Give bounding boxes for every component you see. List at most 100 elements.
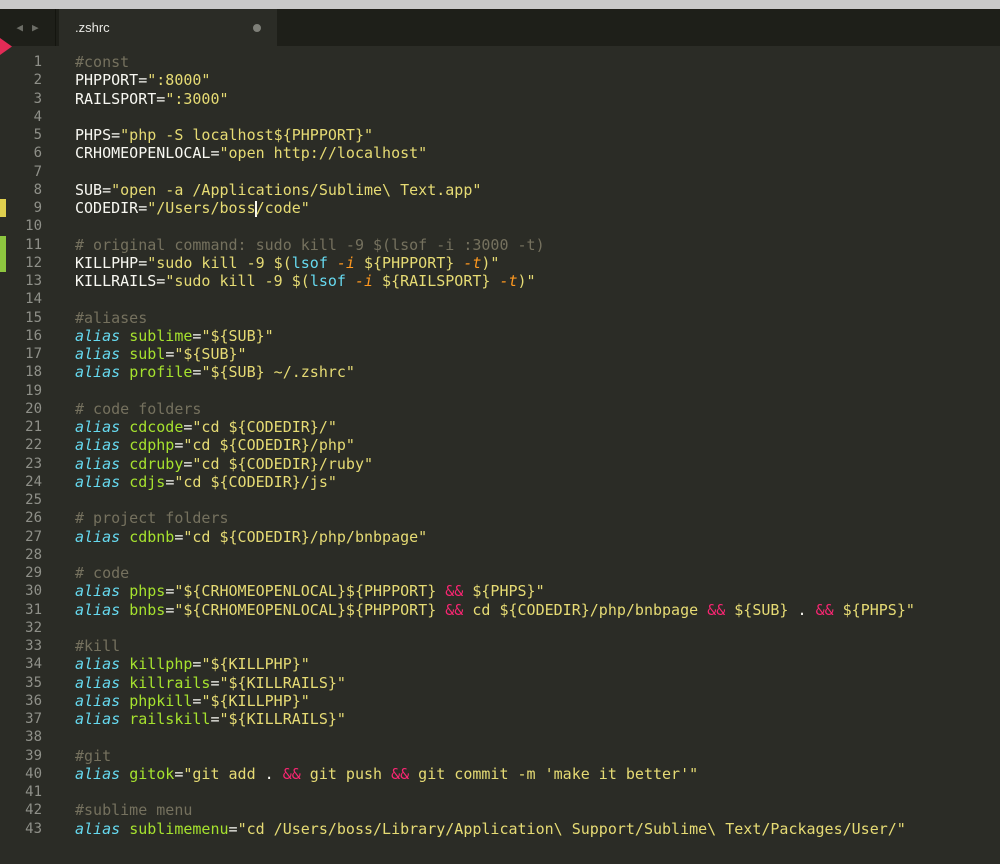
code-line[interactable]: 15 #aliases: [0, 309, 1000, 327]
code-line[interactable]: 41: [0, 783, 1000, 801]
code-line[interactable]: 37 alias railskill="${KILLRAILS}": [0, 710, 1000, 728]
code-line[interactable]: 28: [0, 546, 1000, 564]
line-number[interactable]: 35: [6, 675, 42, 691]
nav-forward-icon[interactable]: ▶: [32, 21, 39, 34]
code-line[interactable]: 6 CRHOMEOPENLOCAL="open http://localhost": [0, 144, 1000, 162]
line-number[interactable]: 29: [6, 565, 42, 581]
code-line[interactable]: 18 alias profile="${SUB} ~/.zshrc": [0, 363, 1000, 381]
line-number[interactable]: 19: [6, 383, 42, 399]
code-line[interactable]: 11 # original command: sudo kill -9 $(lso…: [0, 235, 1000, 254]
line-number[interactable]: 5: [6, 127, 42, 143]
line-number[interactable]: 6: [6, 145, 42, 161]
code-line[interactable]: 2 PHPPORT=":8000": [0, 71, 1000, 89]
code-line[interactable]: 30 alias phps="${CRHOMEOPENLOCAL}${PHPPOR…: [0, 582, 1000, 600]
code-line[interactable]: 7: [0, 163, 1000, 181]
line-number[interactable]: 33: [6, 638, 42, 654]
code-line[interactable]: 43 alias sublimemenu="cd /Users/boss/Libr…: [0, 820, 1000, 838]
line-number[interactable]: 43: [6, 821, 42, 837]
code-line[interactable]: 16 alias sublime="${SUB}": [0, 327, 1000, 345]
code-token: alias: [75, 345, 121, 364]
code-line[interactable]: 3 RAILSPORT=":3000": [0, 90, 1000, 108]
code-token: lsof: [309, 272, 346, 291]
code-line[interactable]: 32: [0, 619, 1000, 637]
line-number[interactable]: 2: [6, 72, 42, 88]
code-line[interactable]: 25: [0, 491, 1000, 509]
line-number[interactable]: 15: [6, 310, 42, 326]
code-line[interactable]: 23 alias cdruby="cd ${CODEDIR}/ruby": [0, 455, 1000, 473]
code-line[interactable]: 20 # code folders: [0, 400, 1000, 418]
code-line[interactable]: 4: [0, 108, 1000, 126]
code-token: subl: [129, 345, 166, 364]
code-line[interactable]: 19: [0, 382, 1000, 400]
code-line[interactable]: 12 KILLPHP="sudo kill -9 $(lsof -i ${PHPP…: [0, 253, 1000, 272]
code-line[interactable]: 38: [0, 728, 1000, 746]
code-line[interactable]: 10: [0, 217, 1000, 235]
code-line[interactable]: 40 alias gitok="git add . && git push && …: [0, 765, 1000, 783]
code-line[interactable]: 13 KILLRAILS="sudo kill -9 $(lsof -i ${RA…: [0, 272, 1000, 290]
code-line[interactable]: 35 alias killrails="${KILLRAILS}": [0, 674, 1000, 692]
code-line[interactable]: 39 #git: [0, 747, 1000, 765]
line-number[interactable]: 31: [6, 602, 42, 618]
line-number[interactable]: 3: [6, 91, 42, 107]
line-number[interactable]: 22: [6, 437, 42, 453]
nav-back-icon[interactable]: ◀: [16, 21, 23, 34]
line-number[interactable]: 28: [6, 547, 42, 563]
code-line[interactable]: 14: [0, 290, 1000, 308]
line-number[interactable]: 9: [6, 200, 42, 216]
line-number[interactable]: 23: [6, 456, 42, 472]
line-number[interactable]: 37: [6, 711, 42, 727]
line-number[interactable]: 21: [6, 419, 42, 435]
line-number[interactable]: 25: [6, 492, 42, 508]
code-line[interactable]: 34 alias killphp="${KILLPHP}": [0, 655, 1000, 673]
code-line[interactable]: 8 SUB="open -a /Applications/Sublime\ Tex…: [0, 181, 1000, 199]
code-area: 1 #const 2 PHPPORT=":8000" 3 RAILSPORT=":3000…: [0, 53, 1000, 838]
code-line[interactable]: 22 alias cdphp="cd ${CODEDIR}/php": [0, 436, 1000, 454]
code-token: "cd ${CODEDIR}/js": [174, 472, 337, 491]
code-line[interactable]: 33 #kill: [0, 637, 1000, 655]
line-number[interactable]: 40: [6, 766, 42, 782]
line-number[interactable]: 36: [6, 693, 42, 709]
line-number[interactable]: 27: [6, 529, 42, 545]
line-number[interactable]: 7: [6, 164, 42, 180]
tab-zshrc[interactable]: .zshrc: [59, 9, 277, 46]
code-token: alias: [75, 472, 121, 491]
code-line[interactable]: 27 alias cdbnb="cd ${CODEDIR}/php/bnbpage…: [0, 528, 1000, 546]
line-number[interactable]: 26: [6, 510, 42, 526]
line-number[interactable]: 20: [6, 401, 42, 417]
line-number[interactable]: 39: [6, 748, 42, 764]
line-number[interactable]: 4: [6, 109, 42, 125]
line-number[interactable]: 32: [6, 620, 42, 636]
code-token: -i: [336, 253, 355, 272]
line-number[interactable]: 42: [6, 802, 42, 818]
code-token: "cd /Users/boss/Library/Application\ Sup…: [237, 819, 906, 838]
code-line[interactable]: 21 alias cdcode="cd ${CODEDIR}/": [0, 418, 1000, 436]
line-number[interactable]: 10: [6, 218, 42, 234]
line-number[interactable]: 24: [6, 474, 42, 490]
code-line[interactable]: 29 # code: [0, 564, 1000, 582]
code-line[interactable]: 42 #sublime menu: [0, 801, 1000, 819]
code-line[interactable]: 36 alias phpkill="${KILLPHP}": [0, 692, 1000, 710]
code-line[interactable]: 5 PHPS="php -S localhost${PHPPORT}": [0, 126, 1000, 144]
line-number[interactable]: 17: [6, 346, 42, 362]
line-number[interactable]: 30: [6, 583, 42, 599]
code-token: =: [165, 472, 175, 491]
line-number[interactable]: 1: [6, 54, 42, 70]
line-number[interactable]: 34: [6, 656, 42, 672]
line-number[interactable]: 41: [6, 784, 42, 800]
editor[interactable]: 1 #const 2 PHPPORT=":8000" 3 RAILSPORT=":3000…: [0, 38, 1000, 864]
line-number[interactable]: 18: [6, 364, 42, 380]
line-number[interactable]: 38: [6, 729, 42, 745]
code-line[interactable]: 24 alias cdjs="cd ${CODEDIR}/js": [0, 473, 1000, 491]
code-line[interactable]: 9 CODEDIR="/Users/boss/code": [0, 199, 1000, 218]
code-line[interactable]: 17 alias subl="${SUB}": [0, 345, 1000, 363]
code-line[interactable]: 31 alias bnbs="${CRHOMEOPENLOCAL}${PHPPOR…: [0, 601, 1000, 619]
code-token: git commit -m 'make it better'": [409, 764, 699, 783]
code-line[interactable]: 26 # project folders: [0, 509, 1000, 527]
line-number[interactable]: 14: [6, 291, 42, 307]
line-number[interactable]: 12: [6, 255, 42, 271]
line-number[interactable]: 8: [6, 182, 42, 198]
line-number[interactable]: 11: [6, 237, 42, 253]
code-line[interactable]: 1 #const: [0, 53, 1000, 71]
line-number[interactable]: 16: [6, 328, 42, 344]
line-number[interactable]: 13: [6, 273, 42, 289]
